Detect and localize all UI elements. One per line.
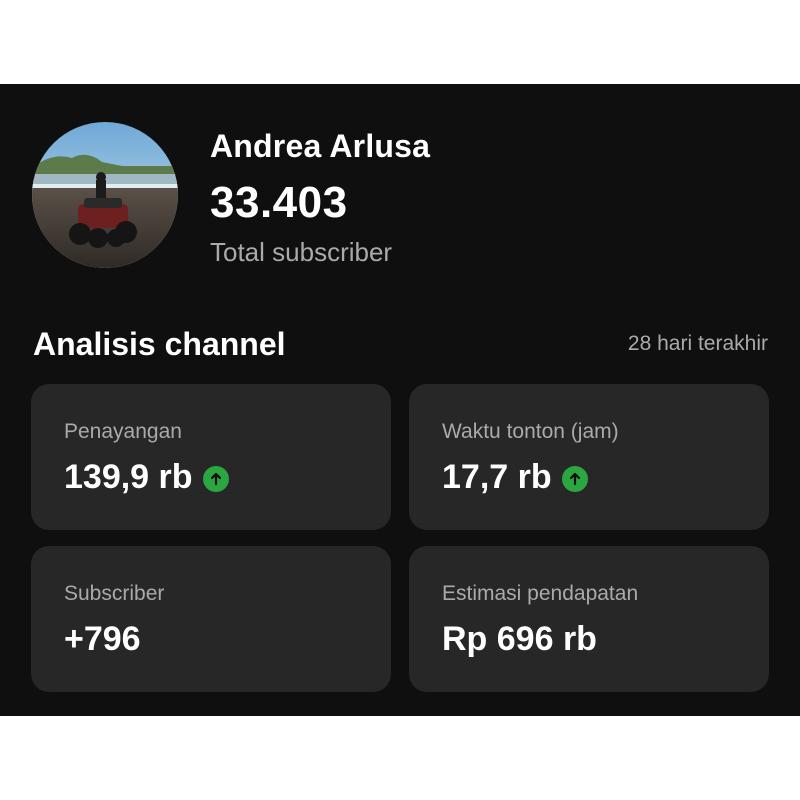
- trend-up-icon: [202, 465, 229, 492]
- stat-card-label: Estimasi pendapatan: [442, 582, 639, 605]
- stat-card-revenue[interactable]: Estimasi pendapatan Rp 696 rb: [409, 546, 769, 692]
- stat-card-views[interactable]: Penayangan 139,9 rb: [31, 384, 391, 530]
- stat-card-label: Subscriber: [64, 582, 165, 605]
- stat-card-value: 139,9 rb: [64, 458, 193, 496]
- stat-card-subscribers[interactable]: Subscriber +796: [31, 546, 391, 692]
- stat-card-value: Rp 696 rb: [442, 620, 597, 658]
- stat-card-label: Waktu tonton (jam): [442, 420, 619, 443]
- channel-name: Andrea Arlusa: [210, 128, 431, 164]
- period-label: 28 hari terakhir: [627, 332, 768, 355]
- stat-card-value-row: 17,7 rb: [442, 458, 588, 497]
- stat-card-value-row: Rp 696 rb: [442, 620, 597, 659]
- stat-card-label: Penayangan: [64, 420, 182, 443]
- channel-avatar-photo: [32, 122, 178, 268]
- stat-card-value-row: +796: [64, 620, 141, 659]
- stat-card-value: 17,7 rb: [442, 458, 552, 496]
- stat-card-value-row: 139,9 rb: [64, 458, 229, 497]
- avatar[interactable]: [32, 122, 178, 268]
- channel-dashboard: Andrea Arlusa 33.403 Total subscriber An…: [0, 84, 800, 716]
- subscriber-count: 33.403: [210, 178, 348, 227]
- subscriber-label: Total subscriber: [210, 237, 393, 267]
- stat-card-value: +796: [64, 620, 141, 658]
- section-title: Analisis channel: [33, 326, 286, 362]
- stat-card-watch-time[interactable]: Waktu tonton (jam) 17,7 rb: [409, 384, 769, 530]
- trend-up-icon: [561, 465, 588, 492]
